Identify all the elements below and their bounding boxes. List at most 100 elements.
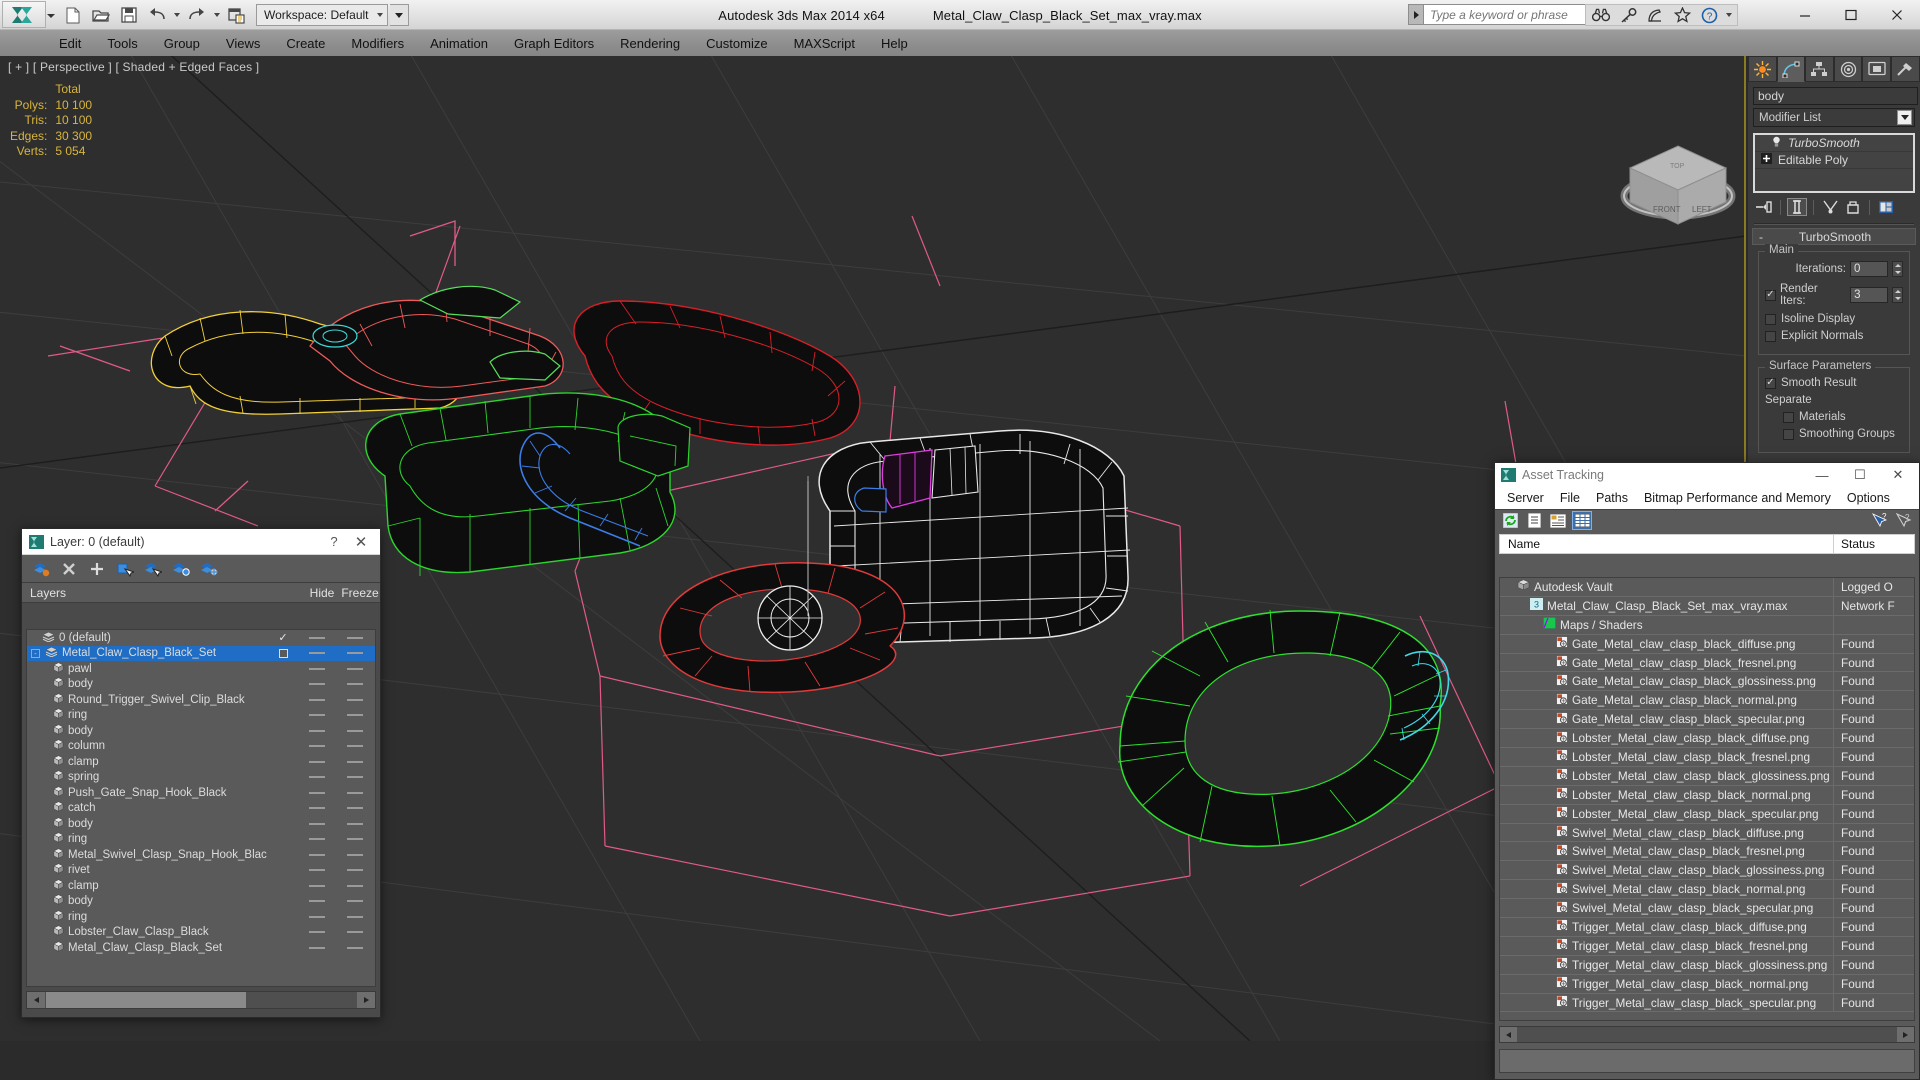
asset-row[interactable]: Lobster_Metal_claw_clasp_black_specular.… [1500,804,1914,824]
layer-dialog-close-button[interactable]: ✕ [346,533,376,551]
freeze-cell[interactable] [335,636,375,639]
asset-row[interactable]: Swivel_Metal_claw_clasp_black_specular.p… [1500,899,1914,919]
hide-cell[interactable] [299,698,335,701]
freeze-cell[interactable] [335,760,375,763]
plus-box-icon[interactable] [1761,153,1772,167]
asset-row[interactable]: Maps / Shaders [1500,615,1914,635]
freeze-cell[interactable] [335,683,375,686]
render-iters-checkbox[interactable] [1765,289,1776,301]
menu-item-maxscript[interactable]: MAXScript [781,33,868,54]
hide-cell[interactable] [299,714,335,717]
asset-row[interactable]: Trigger_Metal_claw_clasp_black_diffuse.p… [1500,918,1914,937]
hide-cell[interactable] [299,729,335,732]
scroll-left-icon[interactable] [1500,1027,1517,1042]
undo-icon[interactable] [144,3,170,27]
help-dropdown-icon[interactable] [1724,3,1734,27]
asset-menu-server[interactable]: Server [1499,489,1552,507]
menu-item-help[interactable]: Help [868,33,921,54]
motion-tab[interactable] [1833,56,1863,82]
hide-cell[interactable] [299,900,335,903]
asset-menu-options[interactable]: Options [1839,489,1898,507]
menu-item-create[interactable]: Create [273,33,338,54]
asset-tracking-dialog[interactable]: Asset Tracking — ☐ ✕ Server File Paths B… [1494,462,1920,1080]
asset-row[interactable]: Swivel_Metal_claw_clasp_black_diffuse.pn… [1500,823,1914,843]
delete-layer-icon[interactable] [58,558,80,580]
asset-dialog-titlebar[interactable]: Asset Tracking — ☐ ✕ [1495,463,1919,487]
layer-object-row[interactable]: pawl [27,661,375,677]
layer-object-row[interactable]: Round_Trigger_Swivel_Clip_Black [27,692,375,708]
menu-item-customize[interactable]: Customize [693,33,780,54]
maximize-button[interactable] [1828,0,1874,30]
add-layer-icon[interactable] [86,558,108,580]
undo-dropdown-icon[interactable] [172,3,182,27]
layer-object-row[interactable]: Metal_Swivel_Clasp_Snap_Hook_Black [27,847,375,863]
workspace-dropdown-button[interactable] [389,4,409,26]
smoothing-groups-checkbox[interactable] [1783,428,1794,440]
freeze-cell[interactable] [335,698,375,701]
freeze-cell[interactable] [335,822,375,825]
freeze-cell[interactable] [335,667,375,670]
hide-cell[interactable] [299,791,335,794]
menu-item-tools[interactable]: Tools [94,33,150,54]
menu-item-graph-editors[interactable]: Graph Editors [501,33,607,54]
asset-row[interactable]: Trigger_Metal_claw_clasp_black_fresnel.p… [1500,936,1914,956]
layer-object-row[interactable]: rivet [27,863,375,879]
freeze-cell[interactable] [335,652,375,655]
hide-cell[interactable] [299,869,335,872]
hide-cell[interactable] [299,667,335,670]
app-logo-button[interactable] [2,1,46,28]
hide-cell[interactable] [299,760,335,763]
layer-object-row[interactable]: clamp [27,878,375,894]
make-unique-icon[interactable] [1820,198,1840,216]
layer-object-row[interactable]: ring [27,832,375,848]
layer-object-row[interactable]: ring [27,909,375,925]
refresh-icon[interactable] [1500,511,1520,530]
current-layer-cell[interactable]: ✓ [267,631,299,644]
utilities-tab[interactable] [1890,56,1920,82]
hierarchy-tab[interactable] [1805,56,1834,82]
hide-cell[interactable] [299,807,335,810]
hide-cell[interactable] [299,652,335,655]
asset-dialog-minimize-button[interactable]: — [1803,468,1841,483]
smooth-result-checkbox[interactable] [1765,377,1776,389]
layer-object-row[interactable]: spring [27,770,375,786]
asset-row[interactable]: 3 Metal_Claw_Clasp_Black_Set_max_vray.max… [1500,596,1914,616]
project-folder-icon[interactable] [224,3,250,27]
star-icon[interactable] [1670,5,1694,25]
layer-object-row[interactable]: Push_Gate_Snap_Hook_Black [27,785,375,801]
render-iters-spinner[interactable] [1892,287,1904,303]
freeze-cell[interactable] [335,931,375,934]
freeze-cell[interactable] [335,729,375,732]
minimize-button[interactable] [1782,0,1828,30]
hide-cell[interactable] [299,915,335,918]
layer-object-row[interactable]: column [27,739,375,755]
hide-cell[interactable] [299,745,335,748]
current-layer-cell[interactable] [267,648,299,658]
close-button[interactable] [1874,0,1920,30]
highlight-selected-objects-layer-icon[interactable] [170,558,192,580]
hide-cell[interactable] [299,838,335,841]
freeze-cell[interactable] [335,791,375,794]
asset-horizontal-scrollbar[interactable] [1499,1026,1915,1043]
redo-icon[interactable] [184,3,210,27]
asset-row[interactable]: Autodesk Vault Logged O [1500,578,1914,597]
menu-item-edit[interactable]: Edit [46,33,94,54]
hide-cell[interactable] [299,931,335,934]
menu-item-animation[interactable]: Animation [417,33,501,54]
asset-list[interactable]: Autodesk Vault Logged O 3 Metal_Claw_Clasp_… [1499,577,1915,1021]
app-logo-caret-icon[interactable] [47,14,55,18]
hide-cell[interactable] [299,853,335,856]
modify-tab[interactable] [1776,56,1806,82]
asset-row[interactable]: Gate_Metal_claw_clasp_black_specular.png… [1500,710,1914,730]
viewport-label[interactable]: [ + ] [ Perspective ] [ Shaded + Edged F… [8,60,259,74]
freeze-cell[interactable] [335,807,375,810]
expander-icon[interactable]: - [31,648,40,658]
asset-menu-bitmap[interactable]: Bitmap Performance and Memory [1636,489,1839,507]
freeze-cell[interactable] [335,915,375,918]
object-name-input[interactable] [1753,87,1918,105]
modifier-stack-item-editable-poly[interactable]: Editable Poly [1755,152,1913,169]
iterations-spinner[interactable] [1892,261,1903,277]
layer-object-row[interactable]: ring [27,708,375,724]
save-file-icon[interactable] [116,3,142,27]
list-view-icon[interactable] [1524,511,1544,530]
